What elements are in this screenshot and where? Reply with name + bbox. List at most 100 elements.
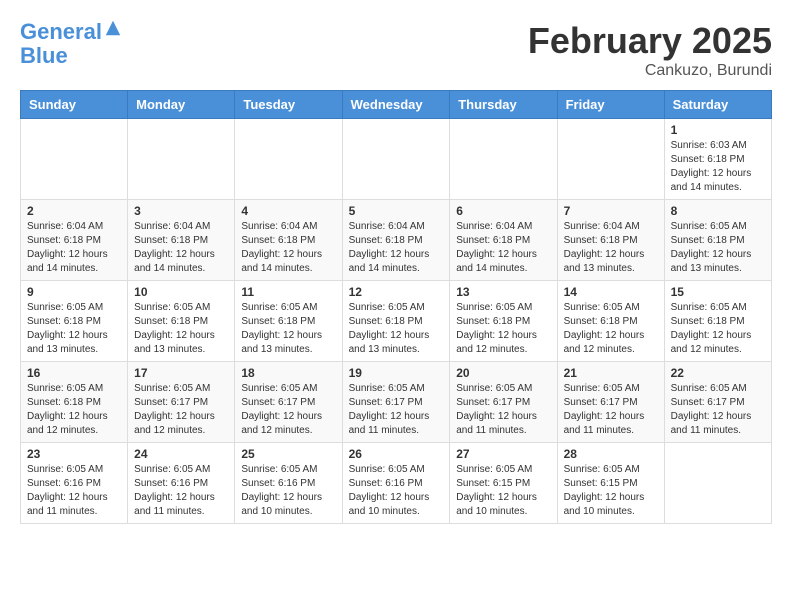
calendar-cell: 26 Sunrise: 6:05 AM Sunset: 6:16 PM Dayli… bbox=[342, 443, 450, 524]
calendar-cell: 19 Sunrise: 6:05 AM Sunset: 6:17 PM Dayli… bbox=[342, 362, 450, 443]
calendar-cell: 11 Sunrise: 6:05 AM Sunset: 6:18 PM Dayli… bbox=[235, 281, 342, 362]
calendar-cell: 22 Sunrise: 6:05 AM Sunset: 6:17 PM Dayli… bbox=[664, 362, 771, 443]
day-info: Sunrise: 6:03 AM Sunset: 6:18 PM Dayligh… bbox=[671, 139, 765, 195]
day-info: Sunrise: 6:04 AM Sunset: 6:18 PM Dayligh… bbox=[27, 220, 121, 276]
day-number: 17 bbox=[134, 366, 228, 380]
day-number: 12 bbox=[349, 285, 444, 299]
calendar-cell: 21Sunrise: 6:05 AM Sunset: 6:17 PM Dayli… bbox=[557, 362, 664, 443]
calendar-cell: 12Sunrise: 6:05 AM Sunset: 6:18 PM Dayli… bbox=[342, 281, 450, 362]
logo: General Blue bbox=[20, 20, 122, 68]
calendar: SundayMondayTuesdayWednesdayThursdayFrid… bbox=[20, 90, 772, 524]
calendar-cell: 16 Sunrise: 6:05 AM Sunset: 6:18 PM Dayli… bbox=[21, 362, 128, 443]
weekday-header-tuesday: Tuesday bbox=[235, 91, 342, 119]
day-info: Sunrise: 6:05 AM Sunset: 6:16 PM Dayligh… bbox=[27, 463, 121, 519]
calendar-cell: 1 Sunrise: 6:03 AM Sunset: 6:18 PM Daylig… bbox=[664, 119, 771, 200]
calendar-cell: 20 Sunrise: 6:05 AM Sunset: 6:17 PM Dayli… bbox=[450, 362, 557, 443]
day-number: 8 bbox=[671, 204, 765, 218]
weekday-header-friday: Friday bbox=[557, 91, 664, 119]
day-number: 4 bbox=[241, 204, 335, 218]
day-info: Sunrise: 6:05 AM Sunset: 6:15 PM Dayligh… bbox=[564, 463, 658, 519]
day-number: 1 bbox=[671, 123, 765, 137]
week-row-2: 2Sunrise: 6:04 AM Sunset: 6:18 PM Daylig… bbox=[21, 200, 772, 281]
day-number: 20 bbox=[456, 366, 550, 380]
calendar-cell bbox=[128, 119, 235, 200]
calendar-cell: 10 Sunrise: 6:05 AM Sunset: 6:18 PM Dayli… bbox=[128, 281, 235, 362]
day-info: Sunrise: 6:05 AM Sunset: 6:17 PM Dayligh… bbox=[671, 382, 765, 438]
weekday-header-monday: Monday bbox=[128, 91, 235, 119]
week-row-1: 1 Sunrise: 6:03 AM Sunset: 6:18 PM Daylig… bbox=[21, 119, 772, 200]
day-info: Sunrise: 6:05 AM Sunset: 6:18 PM Dayligh… bbox=[671, 220, 765, 276]
day-number: 13 bbox=[456, 285, 550, 299]
day-info: Sunrise: 6:05 AM Sunset: 6:16 PM Dayligh… bbox=[134, 463, 228, 519]
calendar-cell: 13 Sunrise: 6:05 AM Sunset: 6:18 PM Dayli… bbox=[450, 281, 557, 362]
weekday-header-saturday: Saturday bbox=[664, 91, 771, 119]
day-number: 28 bbox=[564, 447, 658, 461]
calendar-cell: 3 Sunrise: 6:04 AM Sunset: 6:18 PM Daylig… bbox=[128, 200, 235, 281]
day-info: Sunrise: 6:05 AM Sunset: 6:16 PM Dayligh… bbox=[241, 463, 335, 519]
calendar-cell: 15 Sunrise: 6:05 AM Sunset: 6:18 PM Dayli… bbox=[664, 281, 771, 362]
day-info: Sunrise: 6:04 AM Sunset: 6:18 PM Dayligh… bbox=[349, 220, 444, 276]
day-info: Sunrise: 6:05 AM Sunset: 6:18 PM Dayligh… bbox=[27, 382, 121, 438]
day-info: Sunrise: 6:05 AM Sunset: 6:18 PM Dayligh… bbox=[241, 301, 335, 357]
calendar-cell: 6 Sunrise: 6:04 AM Sunset: 6:18 PM Daylig… bbox=[450, 200, 557, 281]
calendar-cell: 7Sunrise: 6:04 AM Sunset: 6:18 PM Daylig… bbox=[557, 200, 664, 281]
title-area: February 2025 Cankuzo, Burundi bbox=[528, 20, 772, 80]
logo-icon bbox=[104, 19, 122, 37]
month-title: February 2025 bbox=[528, 20, 772, 62]
calendar-cell: 25 Sunrise: 6:05 AM Sunset: 6:16 PM Dayli… bbox=[235, 443, 342, 524]
calendar-cell bbox=[450, 119, 557, 200]
calendar-cell: 17 Sunrise: 6:05 AM Sunset: 6:17 PM Dayli… bbox=[128, 362, 235, 443]
week-row-4: 16 Sunrise: 6:05 AM Sunset: 6:18 PM Dayli… bbox=[21, 362, 772, 443]
calendar-cell bbox=[235, 119, 342, 200]
calendar-cell: 23 Sunrise: 6:05 AM Sunset: 6:16 PM Dayli… bbox=[21, 443, 128, 524]
day-number: 5 bbox=[349, 204, 444, 218]
day-number: 19 bbox=[349, 366, 444, 380]
calendar-cell: 27Sunrise: 6:05 AM Sunset: 6:15 PM Dayli… bbox=[450, 443, 557, 524]
day-info: Sunrise: 6:05 AM Sunset: 6:17 PM Dayligh… bbox=[564, 382, 658, 438]
day-number: 7 bbox=[564, 204, 658, 218]
day-info: Sunrise: 6:05 AM Sunset: 6:17 PM Dayligh… bbox=[134, 382, 228, 438]
day-number: 26 bbox=[349, 447, 444, 461]
day-number: 11 bbox=[241, 285, 335, 299]
weekday-header-sunday: Sunday bbox=[21, 91, 128, 119]
day-number: 9 bbox=[27, 285, 121, 299]
day-info: Sunrise: 6:05 AM Sunset: 6:16 PM Dayligh… bbox=[349, 463, 444, 519]
calendar-cell: 5 Sunrise: 6:04 AM Sunset: 6:18 PM Daylig… bbox=[342, 200, 450, 281]
calendar-cell: 14Sunrise: 6:05 AM Sunset: 6:18 PM Dayli… bbox=[557, 281, 664, 362]
calendar-cell bbox=[557, 119, 664, 200]
weekday-header-thursday: Thursday bbox=[450, 91, 557, 119]
day-number: 23 bbox=[27, 447, 121, 461]
day-number: 6 bbox=[456, 204, 550, 218]
day-info: Sunrise: 6:04 AM Sunset: 6:18 PM Dayligh… bbox=[241, 220, 335, 276]
calendar-cell bbox=[342, 119, 450, 200]
calendar-cell: 8 Sunrise: 6:05 AM Sunset: 6:18 PM Daylig… bbox=[664, 200, 771, 281]
week-row-5: 23 Sunrise: 6:05 AM Sunset: 6:16 PM Dayli… bbox=[21, 443, 772, 524]
day-number: 3 bbox=[134, 204, 228, 218]
day-info: Sunrise: 6:04 AM Sunset: 6:18 PM Dayligh… bbox=[134, 220, 228, 276]
day-info: Sunrise: 6:05 AM Sunset: 6:18 PM Dayligh… bbox=[456, 301, 550, 357]
day-info: Sunrise: 6:05 AM Sunset: 6:18 PM Dayligh… bbox=[671, 301, 765, 357]
day-number: 15 bbox=[671, 285, 765, 299]
logo-text: General bbox=[20, 20, 102, 44]
day-info: Sunrise: 6:05 AM Sunset: 6:18 PM Dayligh… bbox=[27, 301, 121, 357]
weekday-header-wednesday: Wednesday bbox=[342, 91, 450, 119]
calendar-cell bbox=[664, 443, 771, 524]
calendar-cell: 9 Sunrise: 6:05 AM Sunset: 6:18 PM Daylig… bbox=[21, 281, 128, 362]
week-row-3: 9 Sunrise: 6:05 AM Sunset: 6:18 PM Daylig… bbox=[21, 281, 772, 362]
day-number: 22 bbox=[671, 366, 765, 380]
day-number: 25 bbox=[241, 447, 335, 461]
day-info: Sunrise: 6:05 AM Sunset: 6:18 PM Dayligh… bbox=[564, 301, 658, 357]
day-number: 16 bbox=[27, 366, 121, 380]
day-info: Sunrise: 6:05 AM Sunset: 6:17 PM Dayligh… bbox=[349, 382, 444, 438]
day-info: Sunrise: 6:05 AM Sunset: 6:18 PM Dayligh… bbox=[134, 301, 228, 357]
calendar-cell: 24Sunrise: 6:05 AM Sunset: 6:16 PM Dayli… bbox=[128, 443, 235, 524]
calendar-cell: 4 Sunrise: 6:04 AM Sunset: 6:18 PM Daylig… bbox=[235, 200, 342, 281]
day-number: 18 bbox=[241, 366, 335, 380]
day-number: 27 bbox=[456, 447, 550, 461]
day-info: Sunrise: 6:04 AM Sunset: 6:18 PM Dayligh… bbox=[456, 220, 550, 276]
calendar-cell: 28 Sunrise: 6:05 AM Sunset: 6:15 PM Dayli… bbox=[557, 443, 664, 524]
calendar-cell: 18Sunrise: 6:05 AM Sunset: 6:17 PM Dayli… bbox=[235, 362, 342, 443]
day-info: Sunrise: 6:05 AM Sunset: 6:17 PM Dayligh… bbox=[456, 382, 550, 438]
day-number: 10 bbox=[134, 285, 228, 299]
calendar-cell: 2Sunrise: 6:04 AM Sunset: 6:18 PM Daylig… bbox=[21, 200, 128, 281]
